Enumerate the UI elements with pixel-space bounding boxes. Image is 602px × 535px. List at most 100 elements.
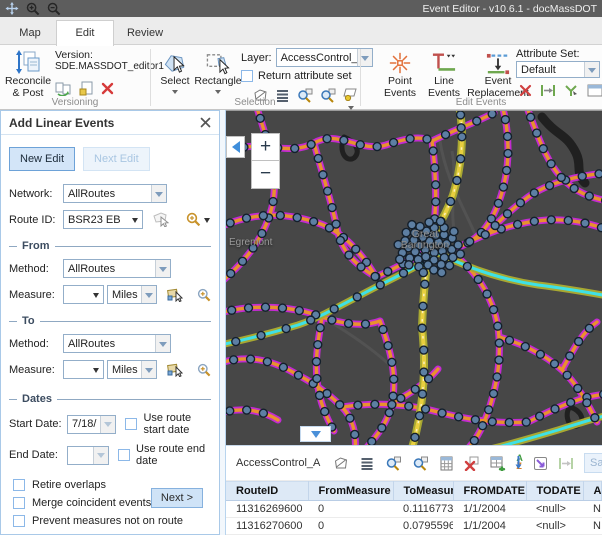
to-measure-combo-arrow[interactable] bbox=[89, 361, 103, 378]
next-edit-button[interactable]: Next Edit bbox=[83, 147, 150, 171]
new-version-icon[interactable] bbox=[79, 81, 94, 96]
from-measure-combo[interactable] bbox=[63, 285, 104, 304]
close-panel-icon[interactable] bbox=[200, 117, 211, 128]
col-ac[interactable]: AC bbox=[583, 482, 602, 501]
sort-arrow-icon bbox=[515, 456, 522, 472]
zoom-in-icon[interactable] bbox=[26, 2, 40, 16]
table-row[interactable]: 11316270600 0 0.0795596 1/1/2004 <null> … bbox=[226, 518, 602, 535]
table-list-icon[interactable] bbox=[359, 456, 375, 471]
start-date-combo[interactable]: 7/18/ bbox=[67, 415, 116, 434]
col-routeid[interactable]: RouteID bbox=[226, 482, 308, 501]
end-date-combo[interactable] bbox=[67, 446, 109, 465]
table-add-record-icon[interactable] bbox=[490, 456, 506, 471]
col-frommeasure[interactable]: FromMeasure bbox=[308, 482, 393, 501]
to-measure-combo[interactable] bbox=[63, 360, 104, 379]
split-event-icon[interactable] bbox=[519, 84, 532, 97]
refresh-version-icon[interactable] bbox=[55, 81, 72, 96]
select-route-on-map-icon[interactable] bbox=[153, 212, 170, 227]
pan-icon[interactable] bbox=[5, 2, 19, 15]
rectangle-dropdown-caret[interactable] bbox=[215, 90, 221, 97]
route-id-combo[interactable]: BSR23 EB bbox=[63, 210, 143, 229]
attribute-set-combo-arrow[interactable] bbox=[584, 62, 599, 77]
table-layer-name[interactable]: AccessControl_A bbox=[236, 457, 320, 469]
reconcile-post-button[interactable]: Reconcile & Post bbox=[2, 47, 54, 99]
group-selection: Select Rectangle Layer: AccessControl_A bbox=[151, 45, 359, 109]
table-zoom-selected-icon[interactable] bbox=[385, 456, 402, 471]
col-tomeasure[interactable]: ToMeasure bbox=[393, 482, 453, 501]
delete-version-icon[interactable] bbox=[101, 82, 114, 95]
line-events-button[interactable]: Line Events bbox=[423, 47, 465, 99]
table-row[interactable]: 11316269600 0 0.1116773 1/1/2004 <null> … bbox=[226, 501, 602, 518]
to-method-combo-arrow[interactable] bbox=[155, 335, 170, 352]
use-route-start-date-checkbox[interactable] bbox=[125, 418, 137, 430]
start-date-label: Start Date: bbox=[9, 418, 67, 430]
retire-overlaps-label: Retire overlaps bbox=[32, 479, 106, 491]
to-method-label: Method: bbox=[9, 338, 63, 350]
table-identify-icon[interactable] bbox=[533, 456, 548, 471]
use-route-end-date-checkbox[interactable] bbox=[118, 449, 130, 461]
table-select-polygon-icon[interactable] bbox=[333, 456, 349, 471]
zoom-route-caret[interactable] bbox=[204, 218, 210, 226]
col-todate[interactable]: TODATE bbox=[526, 482, 583, 501]
tab-map[interactable]: Map bbox=[4, 22, 56, 45]
to-zoom-icon[interactable] bbox=[197, 363, 211, 377]
network-combo[interactable]: AllRoutes bbox=[63, 184, 167, 203]
to-units-combo[interactable]: Miles bbox=[107, 360, 157, 379]
route-id-label: Route ID: bbox=[9, 214, 63, 226]
tab-review[interactable]: Review bbox=[114, 22, 176, 45]
zoom-to-route-button[interactable] bbox=[186, 212, 210, 227]
map-zoom-in-button[interactable]: + bbox=[251, 133, 280, 161]
attribute-set-combo[interactable]: Default bbox=[516, 61, 600, 78]
point-events-button[interactable]: Point Events bbox=[377, 47, 423, 99]
retire-overlaps-checkbox[interactable] bbox=[13, 479, 25, 491]
table-pan-selected-icon[interactable] bbox=[412, 456, 429, 471]
zoom-out-icon[interactable] bbox=[47, 2, 61, 16]
map-zoom-out-button[interactable]: − bbox=[251, 161, 280, 189]
col-fromdate[interactable]: FROMDATE bbox=[453, 482, 526, 501]
line-events-icon bbox=[423, 47, 465, 75]
end-date-combo-arrow[interactable] bbox=[93, 447, 108, 464]
new-edit-button[interactable]: New Edit bbox=[9, 147, 75, 171]
return-attribute-set-checkbox[interactable] bbox=[241, 70, 253, 82]
collapse-down-icon bbox=[311, 431, 321, 443]
select-tool-icon bbox=[153, 47, 197, 75]
select-dropdown-caret[interactable] bbox=[172, 90, 178, 97]
collapse-bottom-panel-button[interactable] bbox=[300, 426, 331, 442]
to-section-rule: To bbox=[9, 315, 211, 327]
table-calculate-icon[interactable] bbox=[439, 456, 454, 471]
merge-coincident-checkbox[interactable] bbox=[13, 497, 25, 509]
to-method-combo[interactable]: AllRoutes bbox=[63, 334, 171, 353]
collapse-left-panel-button[interactable] bbox=[226, 136, 245, 158]
from-measure-combo-arrow[interactable] bbox=[89, 286, 103, 303]
table-sort-icon[interactable]: A Z bbox=[516, 455, 523, 471]
from-units-combo[interactable]: Miles bbox=[107, 285, 157, 304]
map-zoom-control: + − bbox=[251, 133, 280, 189]
rectangle-select-button[interactable]: Rectangle bbox=[193, 47, 243, 97]
to-measure-on-map-icon[interactable] bbox=[167, 363, 183, 377]
group-versioning: Reconcile & Post Version: SDE.MASSDOT_ed… bbox=[0, 45, 150, 109]
event-attributes-window-icon[interactable] bbox=[587, 84, 602, 97]
start-date-combo-arrow[interactable] bbox=[100, 416, 115, 433]
save-button[interactable]: Sa bbox=[584, 453, 602, 473]
from-method-combo[interactable]: AllRoutes bbox=[63, 259, 171, 278]
end-date-label: End Date: bbox=[9, 449, 67, 461]
table-measure-icon[interactable] bbox=[558, 457, 574, 470]
attribute-table-toolbar: AccessControl_A A bbox=[226, 446, 602, 481]
from-units-combo-arrow[interactable] bbox=[141, 286, 156, 303]
network-combo-arrow[interactable] bbox=[151, 185, 166, 202]
table-clear-selection-icon[interactable] bbox=[464, 456, 480, 471]
use-route-start-date-label: Use route start date bbox=[143, 412, 211, 436]
from-zoom-icon[interactable] bbox=[197, 288, 211, 302]
next-button[interactable]: Next > bbox=[151, 488, 203, 508]
prevent-measures-checkbox[interactable] bbox=[13, 515, 25, 527]
measure-event-icon[interactable] bbox=[540, 84, 556, 97]
to-units-combo-arrow[interactable] bbox=[141, 361, 156, 378]
route-id-combo-arrow[interactable] bbox=[128, 211, 142, 228]
tab-edit[interactable]: Edit bbox=[56, 20, 114, 46]
snap-event-icon[interactable] bbox=[564, 84, 579, 97]
select-button[interactable]: Select bbox=[153, 47, 197, 97]
from-measure-on-map-icon[interactable] bbox=[167, 288, 183, 302]
map-canvas[interactable] bbox=[226, 111, 602, 445]
from-method-combo-arrow[interactable] bbox=[155, 260, 170, 277]
layer-combo[interactable]: AccessControl_A bbox=[276, 48, 373, 67]
